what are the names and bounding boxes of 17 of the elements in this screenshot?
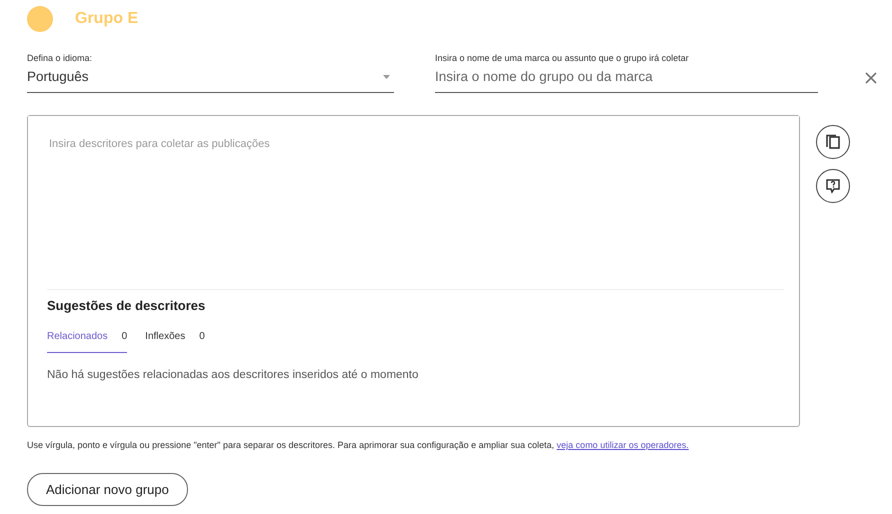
field-label: Defina o idioma: xyxy=(27,52,94,65)
suggestion-tab[interactable]: Inflexões 0 xyxy=(145,328,205,353)
group-title: Grupo E xyxy=(75,9,138,29)
add-group-button[interactable]: Adicionar novo grupo xyxy=(27,472,188,506)
language-select[interactable]: Português xyxy=(27,65,394,94)
empty-message: Não há sugestões relacionadas aos descritores inseridos até o momento xyxy=(47,368,420,383)
descriptors-input-field[interactable]: Insira descritores para coletar as publicações Sugestões de descritores Relacionados 0 Inflexões 0 Não há sugestões relacionadas aos descritores inseridos até o momento xyxy=(27,115,800,428)
caret-icon xyxy=(383,75,390,80)
suggestion-tab[interactable]: Relacionados 0 xyxy=(47,328,128,353)
copy-icon[interactable] xyxy=(816,125,850,160)
group-color-dot xyxy=(27,6,53,32)
help-icon[interactable] xyxy=(816,169,850,204)
hint-text: Use vírgula, ponto e vírgula ou pressione "enter" para separar os descritores. Para aprimorar sua configuração e ampliar sua coleta, veja como utilizar os operadores. xyxy=(27,439,690,452)
field-label: Insira o nome de uma marca ou assunto que o grupo irá coletar xyxy=(435,52,690,65)
operators-link[interactable]: veja como utilizar os operadores. xyxy=(556,440,689,450)
section-title: Sugestões de descritores xyxy=(47,297,206,316)
name-input-field[interactable]: Insira o nome do grupo ou da marca xyxy=(435,65,818,94)
